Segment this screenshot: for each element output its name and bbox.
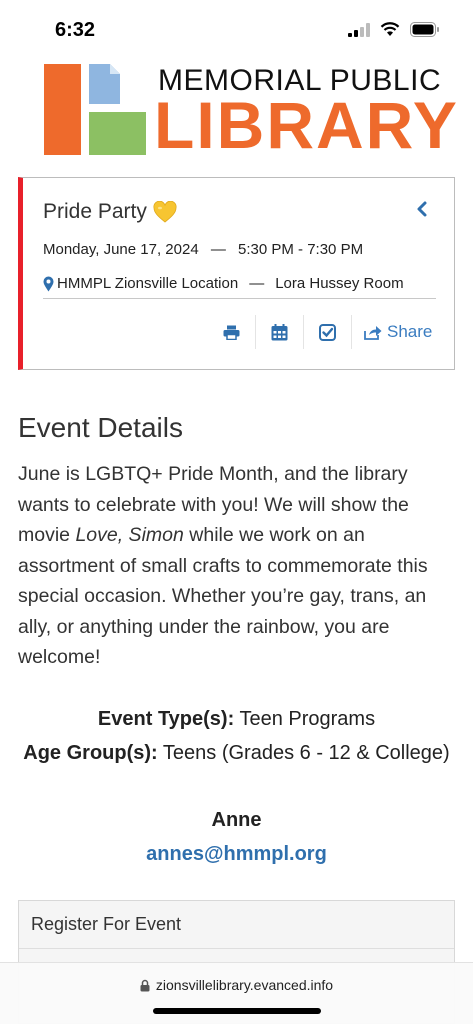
library-logo[interactable]: MEMORIAL PUBLIC LIBRARY bbox=[44, 62, 457, 158]
print-icon bbox=[223, 325, 240, 340]
chevron-left-icon[interactable] bbox=[415, 200, 429, 218]
event-title: Pride Party bbox=[43, 200, 147, 223]
event-details-heading: Event Details bbox=[18, 412, 183, 443]
share-button[interactable]: Share bbox=[352, 315, 432, 349]
card-divider bbox=[43, 298, 436, 299]
calendar-icon bbox=[271, 323, 288, 340]
home-indicator[interactable] bbox=[153, 1008, 321, 1014]
add-to-calendar-button[interactable] bbox=[256, 315, 304, 349]
movie-title: Love, Simon bbox=[75, 524, 184, 546]
print-button[interactable] bbox=[208, 315, 256, 349]
browser-address-bar: zionsvillelibrary.evanced.info bbox=[0, 962, 473, 1024]
age-group-row: Age Group(s): Teens (Grades 6 - 12 & Col… bbox=[18, 736, 455, 770]
age-group-label: Age Group(s): bbox=[23, 742, 158, 764]
event-description: June is LGBTQ+ Pride Month, and the libr… bbox=[18, 459, 458, 673]
event-type-label: Event Type(s): bbox=[97, 708, 235, 730]
url-row[interactable]: zionsvillelibrary.evanced.info bbox=[0, 977, 473, 993]
share-label: Share bbox=[387, 322, 433, 341]
event-type-value: Teen Programs bbox=[239, 708, 376, 730]
event-location: HMMPL Zionsville Location — Lora Hussey … bbox=[43, 275, 404, 292]
register-for-event-header[interactable]: Register For Event bbox=[19, 901, 454, 949]
datetime-separator: — bbox=[210, 241, 226, 258]
age-group-value: Teens (Grades 6 - 12 & College) bbox=[162, 742, 450, 764]
yellow-heart-icon bbox=[153, 201, 177, 223]
event-room: Lora Hussey Room bbox=[275, 275, 404, 292]
status-icons bbox=[348, 22, 440, 37]
contact-name: Anne bbox=[211, 809, 262, 831]
event-time: 5:30 PM - 7:30 PM bbox=[238, 241, 364, 258]
wifi-icon bbox=[380, 22, 400, 36]
event-datetime: Monday, June 17, 2024 — 5:30 PM - 7:30 P… bbox=[43, 241, 363, 258]
status-bar: 6:32 bbox=[0, 0, 473, 58]
url-text: zionsvillelibrary.evanced.info bbox=[155, 977, 334, 993]
share-icon bbox=[364, 325, 382, 340]
event-action-bar: Share bbox=[208, 315, 432, 349]
map-pin-icon bbox=[43, 276, 54, 291]
event-title-row: Pride Party bbox=[43, 200, 177, 224]
battery-icon bbox=[410, 22, 439, 37]
status-time: 6:32 bbox=[55, 19, 96, 41]
library-logo-mark bbox=[44, 64, 146, 155]
event-card: Pride Party Monday, June 17, 2024 — 5:30… bbox=[18, 177, 455, 370]
check-in-button[interactable] bbox=[304, 315, 352, 349]
logo-text-bottom: LIBRARY bbox=[154, 88, 459, 162]
event-date: Monday, June 17, 2024 bbox=[43, 241, 199, 258]
event-location-name[interactable]: HMMPL Zionsville Location bbox=[57, 275, 238, 292]
contact-email-link[interactable]: annes@hmmpl.org bbox=[18, 837, 455, 871]
lock-icon bbox=[140, 979, 150, 991]
check-square-icon bbox=[319, 323, 336, 341]
cellular-signal-icon bbox=[348, 22, 370, 37]
event-type-row: Event Type(s): Teen Programs bbox=[18, 702, 455, 736]
location-separator: — bbox=[249, 275, 265, 292]
